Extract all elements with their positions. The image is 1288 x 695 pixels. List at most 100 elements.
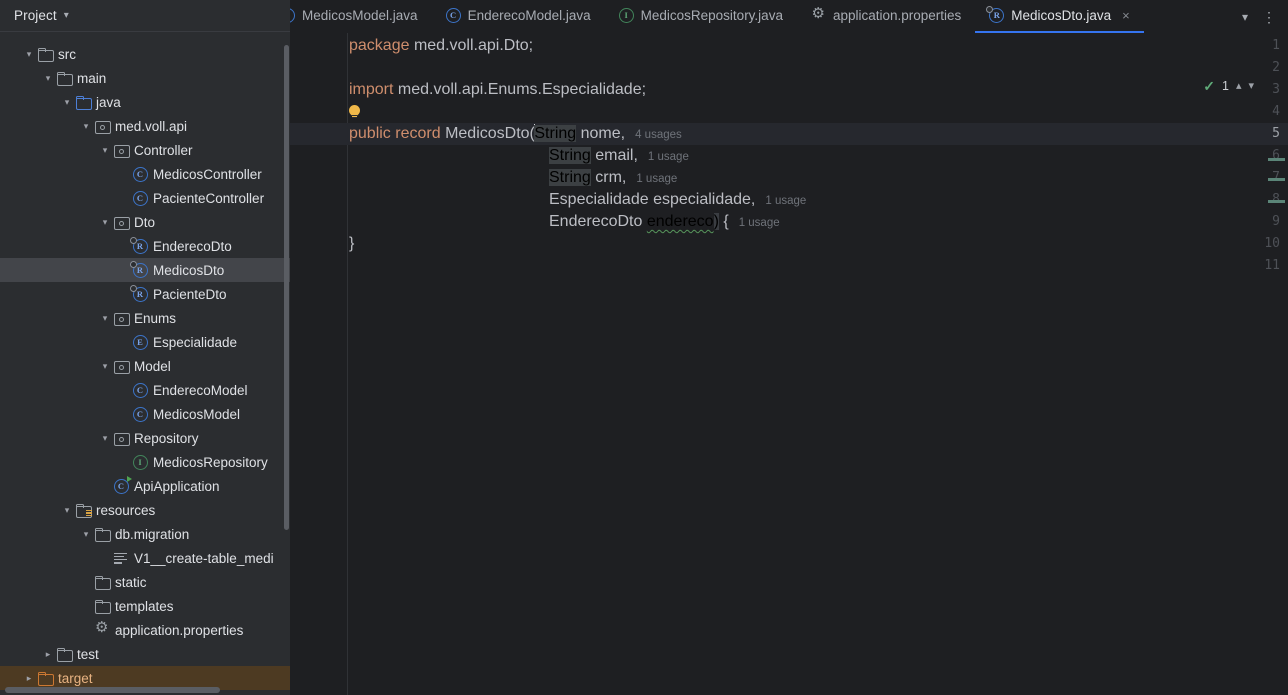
scrollbar-marker[interactable] — [1268, 200, 1285, 203]
tree-node[interactable]: ▾ Enums — [0, 306, 290, 330]
project-tree[interactable]: ▾ src ▾ main ▾ java ▾ med.voll.api ▾ Controller C M… — [0, 32, 290, 695]
tree-node-label: Enums — [134, 310, 177, 326]
excluded-folder-icon — [36, 672, 54, 686]
tree-node-label: Controller — [134, 142, 193, 158]
scrollbar-marker[interactable] — [1268, 178, 1285, 181]
tree-node[interactable]: ▾ db.migration — [0, 522, 290, 546]
properties-icon — [93, 620, 111, 637]
editor-tab-label: application.properties — [832, 8, 962, 23]
tree-node[interactable]: R MedicosDto — [0, 258, 290, 282]
chevron-up-icon[interactable]: ▴ — [1236, 80, 1242, 92]
tree-node-label: V1__create-table_medi — [134, 550, 274, 566]
tree-node-label: test — [77, 646, 99, 662]
tree-node-label: Repository — [134, 430, 199, 446]
tree-node[interactable]: ▾ resources — [0, 498, 290, 522]
chevron-down-icon[interactable]: ▾ — [1248, 80, 1254, 92]
code-line[interactable]: import med.voll.api.Enums.Especialidade; — [349, 79, 646, 101]
tree-node[interactable]: ▾ java — [0, 90, 290, 114]
code-editor[interactable]: 1 package med.voll.api.Dto; 2 3 import med.v… — [290, 33, 1288, 695]
enum-icon: E — [131, 334, 149, 350]
chevron-down-icon[interactable]: ▾ — [98, 313, 112, 323]
tree-node[interactable]: C MedicosController — [0, 162, 290, 186]
code-line[interactable]: } — [349, 233, 354, 255]
tree-node[interactable]: C EnderecoModel — [0, 378, 290, 402]
editor-tab[interactable]: C MedicosModel.java — [290, 0, 432, 33]
project-panel-header[interactable]: Project ▾ — [0, 0, 290, 32]
line-number: 5 — [1272, 126, 1280, 141]
code-line[interactable]: package med.voll.api.Dto; — [349, 35, 533, 57]
sidebar-horizontal-scrollbar[interactable] — [5, 687, 220, 693]
chevron-down-icon[interactable]: ▾ — [98, 433, 112, 443]
tree-node[interactable]: C MedicosModel — [0, 402, 290, 426]
code-line[interactable]: public record MedicosDto(String nome, 4 u… — [349, 123, 682, 145]
tree-node-label: MedicosDto — [153, 262, 225, 278]
intention-bulb-icon[interactable] — [349, 105, 360, 119]
code-line[interactable]: String crm, 1 usage — [549, 167, 677, 189]
tree-node[interactable]: ▾ src — [0, 42, 290, 66]
tree-node-label: Model — [134, 358, 171, 374]
close-icon[interactable]: × — [1122, 8, 1130, 23]
tree-node[interactable]: C ApiApplication — [0, 474, 290, 498]
sidebar-vertical-scrollbar[interactable] — [284, 45, 289, 530]
code-token: Especialidade especialidade, — [549, 191, 756, 208]
tree-node[interactable]: I MedicosRepository — [0, 450, 290, 474]
code-token: public — [349, 125, 391, 142]
code-line[interactable]: EnderecoDto endereco) {1 usage — [549, 211, 780, 233]
record-icon: R — [129, 236, 149, 254]
tree-node[interactable]: ▾ Model — [0, 354, 290, 378]
editor-tab-bar: C MedicosModel.java C EnderecoModel.java I Me… — [290, 0, 1288, 33]
tree-node[interactable]: static — [0, 570, 290, 594]
code-token: email, — [590, 147, 638, 164]
tree-node[interactable]: E Especialidade — [0, 330, 290, 354]
usage-hint[interactable]: 4 usages — [635, 129, 682, 141]
chevron-right-icon[interactable]: ▸ — [41, 649, 55, 659]
chevron-down-icon[interactable]: ▾ — [1242, 11, 1248, 23]
tree-node[interactable]: templates — [0, 594, 290, 618]
editor-tab[interactable]: application.properties — [797, 0, 975, 33]
editor-tab[interactable]: C EnderecoModel.java — [432, 0, 605, 33]
record-icon: R — [129, 260, 149, 278]
chevron-down-icon[interactable]: ▾ — [64, 10, 69, 21]
tree-node-label: EnderecoModel — [153, 382, 248, 398]
chevron-down-icon[interactable]: ▾ — [98, 145, 112, 155]
chevron-down-icon[interactable]: ▾ — [98, 361, 112, 371]
tree-node[interactable]: ▸ test — [0, 642, 290, 666]
tree-node[interactable]: ▾ med.voll.api — [0, 114, 290, 138]
resources-folder-icon — [74, 504, 92, 518]
code-token: med.voll.api.Enums.Especialidade; — [393, 81, 647, 98]
tree-node[interactable]: V1__create-table_medi — [0, 546, 290, 570]
usage-hint[interactable]: 1 usage — [765, 195, 806, 207]
chevron-down-icon[interactable]: ▾ — [79, 529, 93, 539]
inspection-widget[interactable]: ✓ 1 ▴ ▾ — [1203, 79, 1254, 93]
tree-node[interactable]: ▾ main — [0, 66, 290, 90]
chevron-right-icon[interactable]: ▸ — [22, 673, 36, 683]
code-token: crm, — [590, 169, 627, 186]
chevron-down-icon[interactable]: ▾ — [98, 217, 112, 227]
scrollbar-marker[interactable] — [1268, 158, 1285, 161]
chevron-down-icon[interactable]: ▾ — [22, 49, 36, 59]
code-token: EnderecoDto — [549, 213, 647, 230]
code-line[interactable]: String email, 1 usage — [549, 145, 689, 167]
chevron-down-icon[interactable]: ▾ — [60, 505, 74, 515]
usage-hint[interactable]: 1 usage — [648, 151, 689, 163]
editor-tab[interactable]: R MedicosDto.java × — [975, 0, 1144, 33]
tree-node-label: target — [58, 670, 93, 686]
usage-hint[interactable]: 1 usage — [739, 217, 780, 229]
code-token: { — [718, 213, 729, 230]
tree-node[interactable]: ▾ Dto — [0, 210, 290, 234]
tree-node[interactable]: C PacienteController — [0, 186, 290, 210]
record-icon: R — [986, 6, 1005, 23]
tree-node[interactable]: ▾ Repository — [0, 426, 290, 450]
tree-node[interactable]: R EnderecoDto — [0, 234, 290, 258]
code-line[interactable]: Especialidade especialidade, 1 usage — [549, 189, 806, 211]
usage-hint[interactable]: 1 usage — [636, 173, 677, 185]
editor-tab-label: MedicosDto.java — [1011, 8, 1112, 23]
tree-node[interactable]: application.properties — [0, 618, 290, 642]
chevron-down-icon[interactable]: ▾ — [60, 97, 74, 107]
tree-node[interactable]: R PacienteDto — [0, 282, 290, 306]
tree-node[interactable]: ▾ Controller — [0, 138, 290, 162]
more-vertical-icon[interactable]: ⋮ — [1262, 10, 1276, 24]
chevron-down-icon[interactable]: ▾ — [79, 121, 93, 131]
editor-tab[interactable]: I MedicosRepository.java — [605, 0, 797, 33]
chevron-down-icon[interactable]: ▾ — [41, 73, 55, 83]
